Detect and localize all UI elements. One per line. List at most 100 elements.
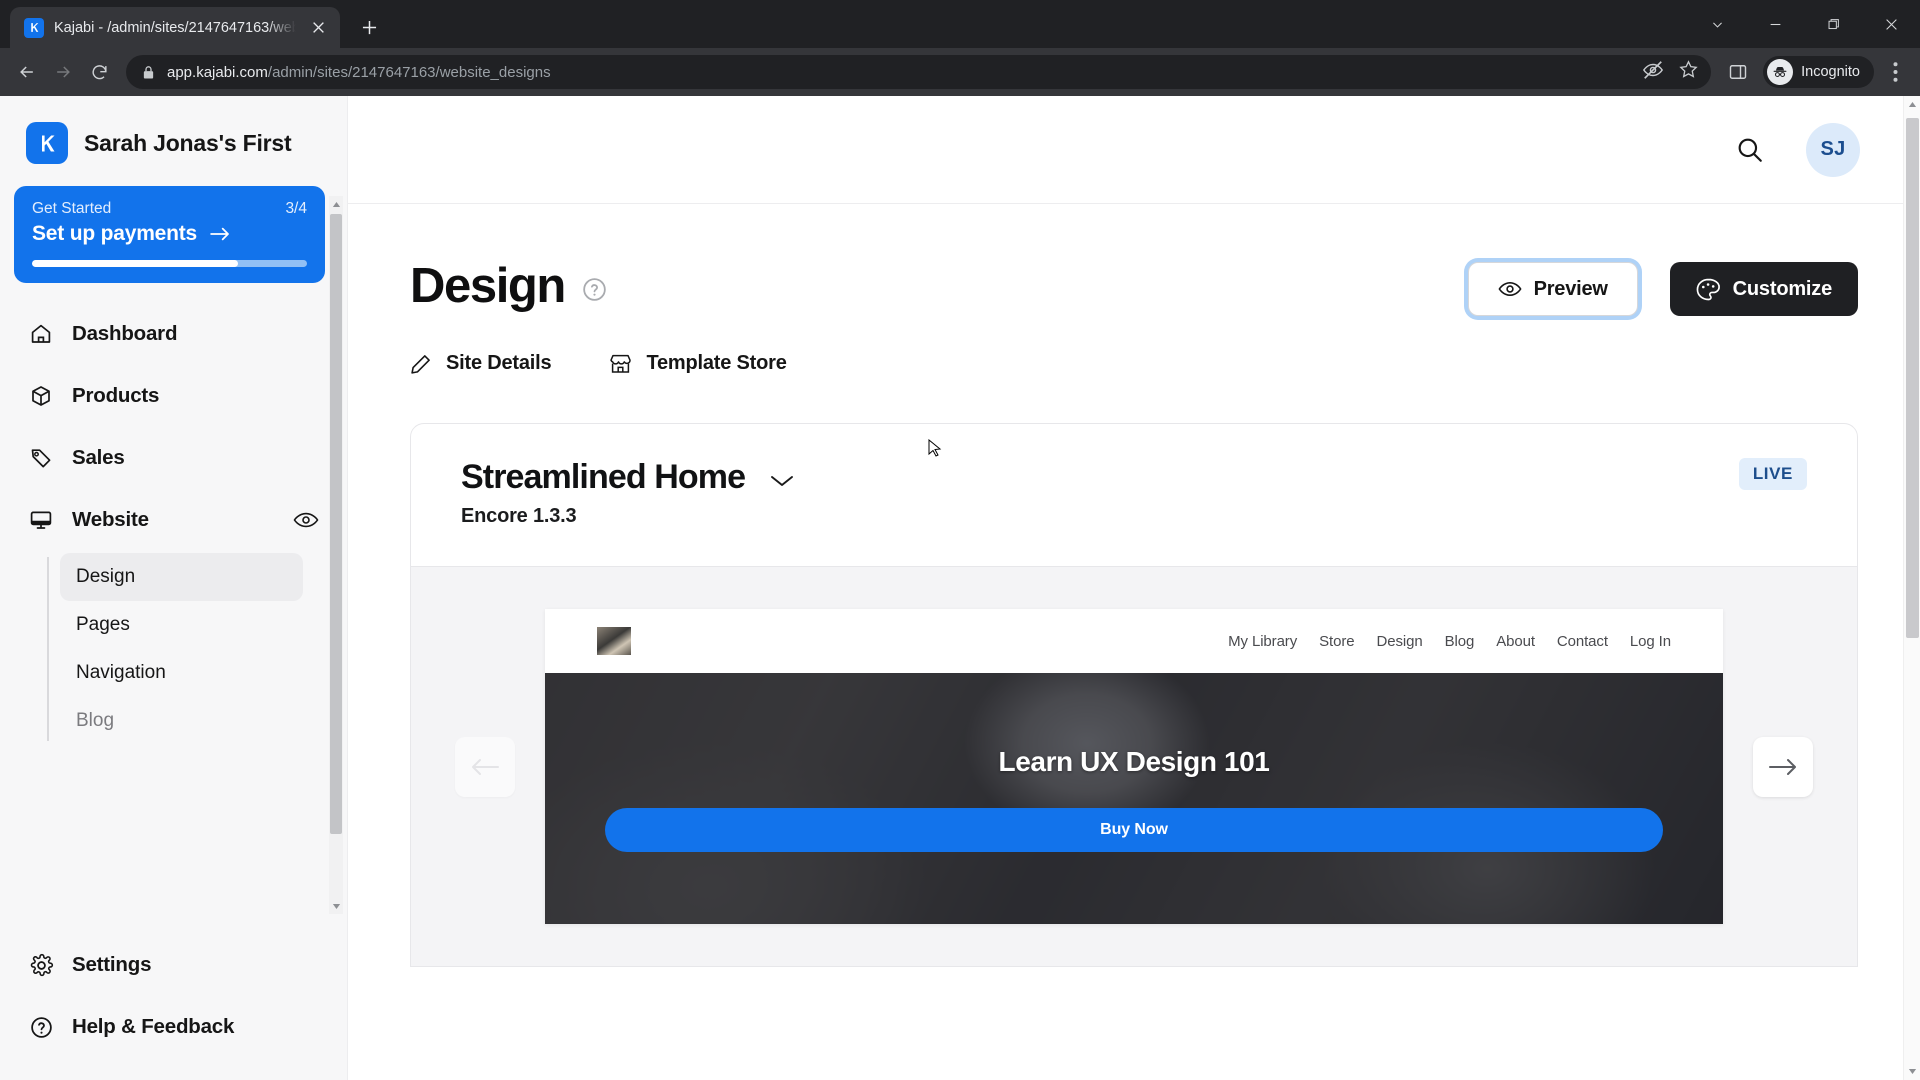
sidebar-nav: Dashboard Products Sales Website Design … xyxy=(0,297,347,745)
sidebar-subitem-label: Blog xyxy=(76,710,115,731)
sidebar-subitem-label: Design xyxy=(76,566,136,587)
new-tab-button[interactable] xyxy=(352,10,386,44)
status-badge: LIVE xyxy=(1738,458,1807,490)
side-panel-icon[interactable] xyxy=(1721,55,1755,89)
tab-template-store[interactable]: Template Store xyxy=(609,352,787,375)
template-name-row[interactable]: Streamlined Home xyxy=(461,458,795,497)
get-started-label: Get Started xyxy=(32,200,112,217)
sidebar-scrollbar-thumb[interactable] xyxy=(330,214,342,834)
sidebar-item-sales[interactable]: Sales xyxy=(14,427,333,489)
forward-arrow-icon[interactable] xyxy=(46,55,80,89)
maximize-icon[interactable] xyxy=(1804,0,1862,48)
get-started-action-label: Set up payments xyxy=(32,222,198,245)
get-started-card[interactable]: Get Started 3/4 Set up payments xyxy=(14,186,325,283)
tab-title: Kajabi - /admin/sites/2147647163/website… xyxy=(54,19,296,36)
tab-label: Template Store xyxy=(646,352,787,374)
browser-tab[interactable]: Kajabi - /admin/sites/2147647163/website… xyxy=(10,7,340,48)
sidebar-item-pages[interactable]: Pages xyxy=(60,601,303,649)
address-bar[interactable]: app.kajabi.com/admin/sites/2147647163/we… xyxy=(126,55,1712,89)
site-nav-link: Store xyxy=(1319,632,1355,650)
site-nav-link: Design xyxy=(1376,632,1423,650)
kebab-menu-icon[interactable] xyxy=(1880,55,1910,89)
sidebar-scrollbar[interactable] xyxy=(329,196,343,914)
kajabi-logo-icon xyxy=(24,17,44,38)
question-circle-icon[interactable] xyxy=(581,276,608,303)
tracking-protection-icon[interactable] xyxy=(1642,59,1664,86)
sidebar-item-dashboard[interactable]: Dashboard xyxy=(14,303,333,365)
sidebar-item-help-feedback[interactable]: Help & Feedback xyxy=(14,996,333,1058)
chevron-down-icon[interactable] xyxy=(1688,0,1746,48)
scroll-down-icon[interactable] xyxy=(329,898,343,914)
minimize-icon[interactable] xyxy=(1746,0,1804,48)
storefront-icon xyxy=(609,353,632,375)
reload-icon[interactable] xyxy=(82,55,116,89)
template-version: Encore 1.3.3 xyxy=(461,505,577,527)
template-card-header: Streamlined Home Encore 1.3.3 LIVE xyxy=(411,424,1857,566)
content-topbar: SJ xyxy=(348,96,1920,204)
page-scrollbar[interactable] xyxy=(1903,96,1920,1080)
page-scrollbar-thumb[interactable] xyxy=(1906,118,1919,638)
chevron-down-icon[interactable] xyxy=(769,473,795,489)
page-body: Sarah Jonas's First Get Started 3/4 Set … xyxy=(0,96,1920,1080)
bookmark-star-icon[interactable] xyxy=(1678,59,1699,85)
sidebar-item-website[interactable]: Website xyxy=(14,489,333,551)
avatar-initials: SJ xyxy=(1820,138,1846,160)
get-started-action[interactable]: Set up payments xyxy=(32,222,307,246)
home-icon xyxy=(28,321,54,347)
customize-button[interactable]: Customize xyxy=(1669,262,1858,316)
template-info: Streamlined Home Encore 1.3.3 xyxy=(461,458,795,528)
site-nav-link: About xyxy=(1496,632,1535,650)
site-nav-link: Blog xyxy=(1444,632,1475,650)
sidebar-item-products[interactable]: Products xyxy=(14,365,333,427)
template-preview-area: My Library Store Design Blog About Conta… xyxy=(411,566,1857,966)
template-name: Streamlined Home xyxy=(461,458,746,496)
carousel-prev-button[interactable] xyxy=(455,736,515,797)
site-nav-link: My Library xyxy=(1228,632,1298,650)
design-page: Design Preview Customize Site Details Te… xyxy=(348,204,1920,967)
lock-icon xyxy=(142,65,155,80)
arrow-right-icon xyxy=(209,226,231,242)
site-preview-frame[interactable]: My Library Store Design Blog About Conta… xyxy=(545,609,1723,924)
template-card: Streamlined Home Encore 1.3.3 LIVE My Li… xyxy=(410,423,1858,967)
tab-label: Site Details xyxy=(446,352,552,374)
sidebar-item-label: Sales xyxy=(72,446,125,469)
sidebar-scroll-region: Get Started 3/4 Set up payments Dashboar… xyxy=(0,186,347,926)
sidebar-item-settings[interactable]: Settings xyxy=(14,934,333,996)
site-nav-link: Log In xyxy=(1629,632,1671,650)
carousel-next-button[interactable] xyxy=(1753,736,1813,797)
sidebar-item-design[interactable]: Design xyxy=(60,553,303,601)
palette-icon xyxy=(1696,278,1721,301)
eye-icon[interactable] xyxy=(293,510,319,530)
preview-button[interactable]: Preview xyxy=(1467,262,1638,316)
profile-incognito-button[interactable]: Incognito xyxy=(1763,56,1874,88)
avatar[interactable]: SJ xyxy=(1806,122,1860,177)
incognito-icon xyxy=(1767,59,1794,85)
window-controls xyxy=(1688,0,1920,48)
brand-name: Sarah Jonas's First xyxy=(84,129,292,156)
sidebar-item-label: Website xyxy=(72,508,149,531)
search-icon[interactable] xyxy=(1736,136,1764,164)
url-text: app.kajabi.com/admin/sites/2147647163/we… xyxy=(167,64,1630,81)
scroll-up-icon[interactable] xyxy=(329,196,343,212)
site-preview-nav: My Library Store Design Blog About Conta… xyxy=(545,609,1723,673)
gear-icon xyxy=(28,952,54,978)
back-arrow-icon[interactable] xyxy=(10,55,44,89)
box-icon xyxy=(28,383,54,409)
scroll-up-icon[interactable] xyxy=(1904,96,1920,113)
close-icon[interactable] xyxy=(306,16,330,40)
close-icon[interactable] xyxy=(1862,0,1920,48)
brand-header[interactable]: Sarah Jonas's First xyxy=(0,96,347,186)
scroll-down-icon[interactable] xyxy=(1904,1063,1920,1080)
browser-window: Kajabi - /admin/sites/2147647163/website… xyxy=(0,0,1920,1080)
url-host: app.kajabi.com xyxy=(167,63,268,81)
monitor-icon xyxy=(28,507,54,533)
sidebar-item-navigation[interactable]: Navigation xyxy=(60,649,303,697)
question-circle-icon xyxy=(28,1014,54,1040)
tag-icon xyxy=(28,445,54,471)
preview-button-label: Preview xyxy=(1533,277,1608,300)
page-title: Design xyxy=(410,259,566,313)
sidebar-item-blog[interactable]: Blog xyxy=(60,697,303,745)
get-started-count: 3/4 xyxy=(285,200,307,217)
tab-site-details[interactable]: Site Details xyxy=(410,352,552,375)
pencil-icon xyxy=(410,353,432,375)
